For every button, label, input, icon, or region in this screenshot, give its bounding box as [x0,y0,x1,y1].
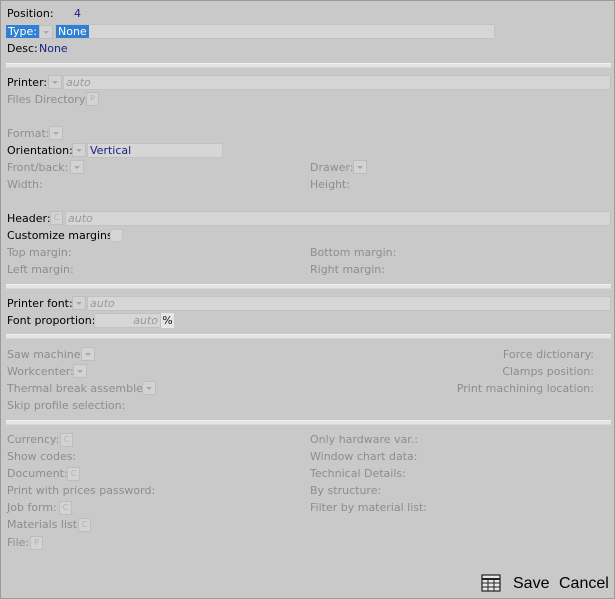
print-prices-label: Print with prices password: [7,484,156,497]
skip-profile-label: Skip profile selection: [7,399,126,412]
job-form-label: Job form: [7,501,57,514]
font-proportion-value: auto [133,314,158,327]
technical-details-label: Technical Details: [310,467,406,480]
printer-font-label: Printer font: [7,297,73,310]
separator [6,420,611,425]
workcenter-dropdown-icon[interactable] [73,364,87,378]
printer-label: Printer: [7,76,48,89]
file-label: File: [7,536,30,549]
separator [6,284,611,289]
print-machining-label: Print machining location: [456,382,594,395]
document-label: Document: [7,467,68,480]
percent-unit: % [161,313,174,328]
right-margin-label: Right margin: [310,263,385,276]
show-codes-label: Show codes: [7,450,77,463]
by-structure-label: By structure: [310,484,382,497]
separator [6,334,611,339]
thermal-break-label: Thermal break assembler: [7,382,151,395]
thermal-break-dropdown-icon[interactable] [142,381,156,395]
bottom-margin-label: Bottom margin: [310,246,397,259]
printer-field[interactable]: auto [63,75,611,90]
position-value: 4 [74,7,81,20]
font-proportion-label: Font proportion: [7,314,96,327]
header-value: auto [68,212,93,225]
workcenter-label: Workcenter: [7,365,74,378]
type-label: Type: [6,25,39,38]
c-icon[interactable]: C [67,467,80,481]
window-chart-label: Window chart data: [310,450,418,463]
materials-list-label: Materials list: [7,518,81,531]
grid-table-icon[interactable] [481,574,503,594]
c-icon[interactable]: C [50,211,63,225]
only-hardware-label: Only hardware var.: [310,433,418,446]
top-margin-label: Top margin: [7,246,72,259]
saw-machine-label: Saw machine: [7,348,85,361]
type-dropdown-icon[interactable] [39,25,53,39]
format-label: Format: [7,127,50,140]
drawer-dropdown-icon[interactable] [353,160,367,174]
position-label: Position: [7,7,54,20]
folder-icon[interactable]: P [86,92,99,106]
separator [6,63,611,68]
clamps-position-label: Clamps position: [502,365,594,378]
header-label: Header: [7,212,51,225]
orientation-select[interactable]: Vertical [87,143,223,158]
format-dropdown-icon[interactable] [49,126,63,140]
customize-margins-label: Customize margins: [7,229,117,242]
desc-label: Desc: [7,42,38,55]
saw-machine-dropdown-icon[interactable] [81,347,95,361]
header-field[interactable]: auto [65,211,611,226]
cancel-button[interactable]: Cancel [559,573,609,595]
width-label: Width: [7,178,43,191]
printer-font-field[interactable]: auto [87,296,611,311]
customize-margins-checkbox[interactable] [110,229,123,242]
save-button[interactable]: Save [513,573,549,595]
force-dictionary-label: Force dictionary: [502,348,594,361]
c-icon[interactable]: C [60,433,73,447]
drawer-label: Drawer: [310,161,354,174]
printer-font-value: auto [90,297,115,310]
orientation-value: Vertical [90,144,132,157]
type-select[interactable]: None [55,24,495,39]
c-icon[interactable]: C [59,501,72,515]
printer-dropdown-icon[interactable] [48,75,62,89]
height-label: Height: [310,178,351,191]
front-back-label: Front/back: [7,161,69,174]
printer-font-dropdown-icon[interactable] [72,296,86,310]
font-proportion-field[interactable]: auto [94,313,161,328]
type-value: None [56,25,89,38]
folder-icon[interactable]: P [30,536,43,550]
c-icon[interactable]: C [78,518,91,532]
orientation-label: Orientation: [7,144,73,157]
files-directory-label: Files Directory: [7,93,89,106]
filter-material-label: Filter by material list: [310,501,427,514]
dialog-frame: Position: 4 Type: None Desc: None Printe… [0,0,615,599]
front-back-dropdown-icon[interactable] [70,160,84,174]
orientation-dropdown-icon[interactable] [72,143,86,157]
left-margin-label: Left margin: [7,263,74,276]
desc-value[interactable]: None [39,42,68,55]
currency-label: Currency: [7,433,60,446]
printer-value: auto [66,76,91,89]
